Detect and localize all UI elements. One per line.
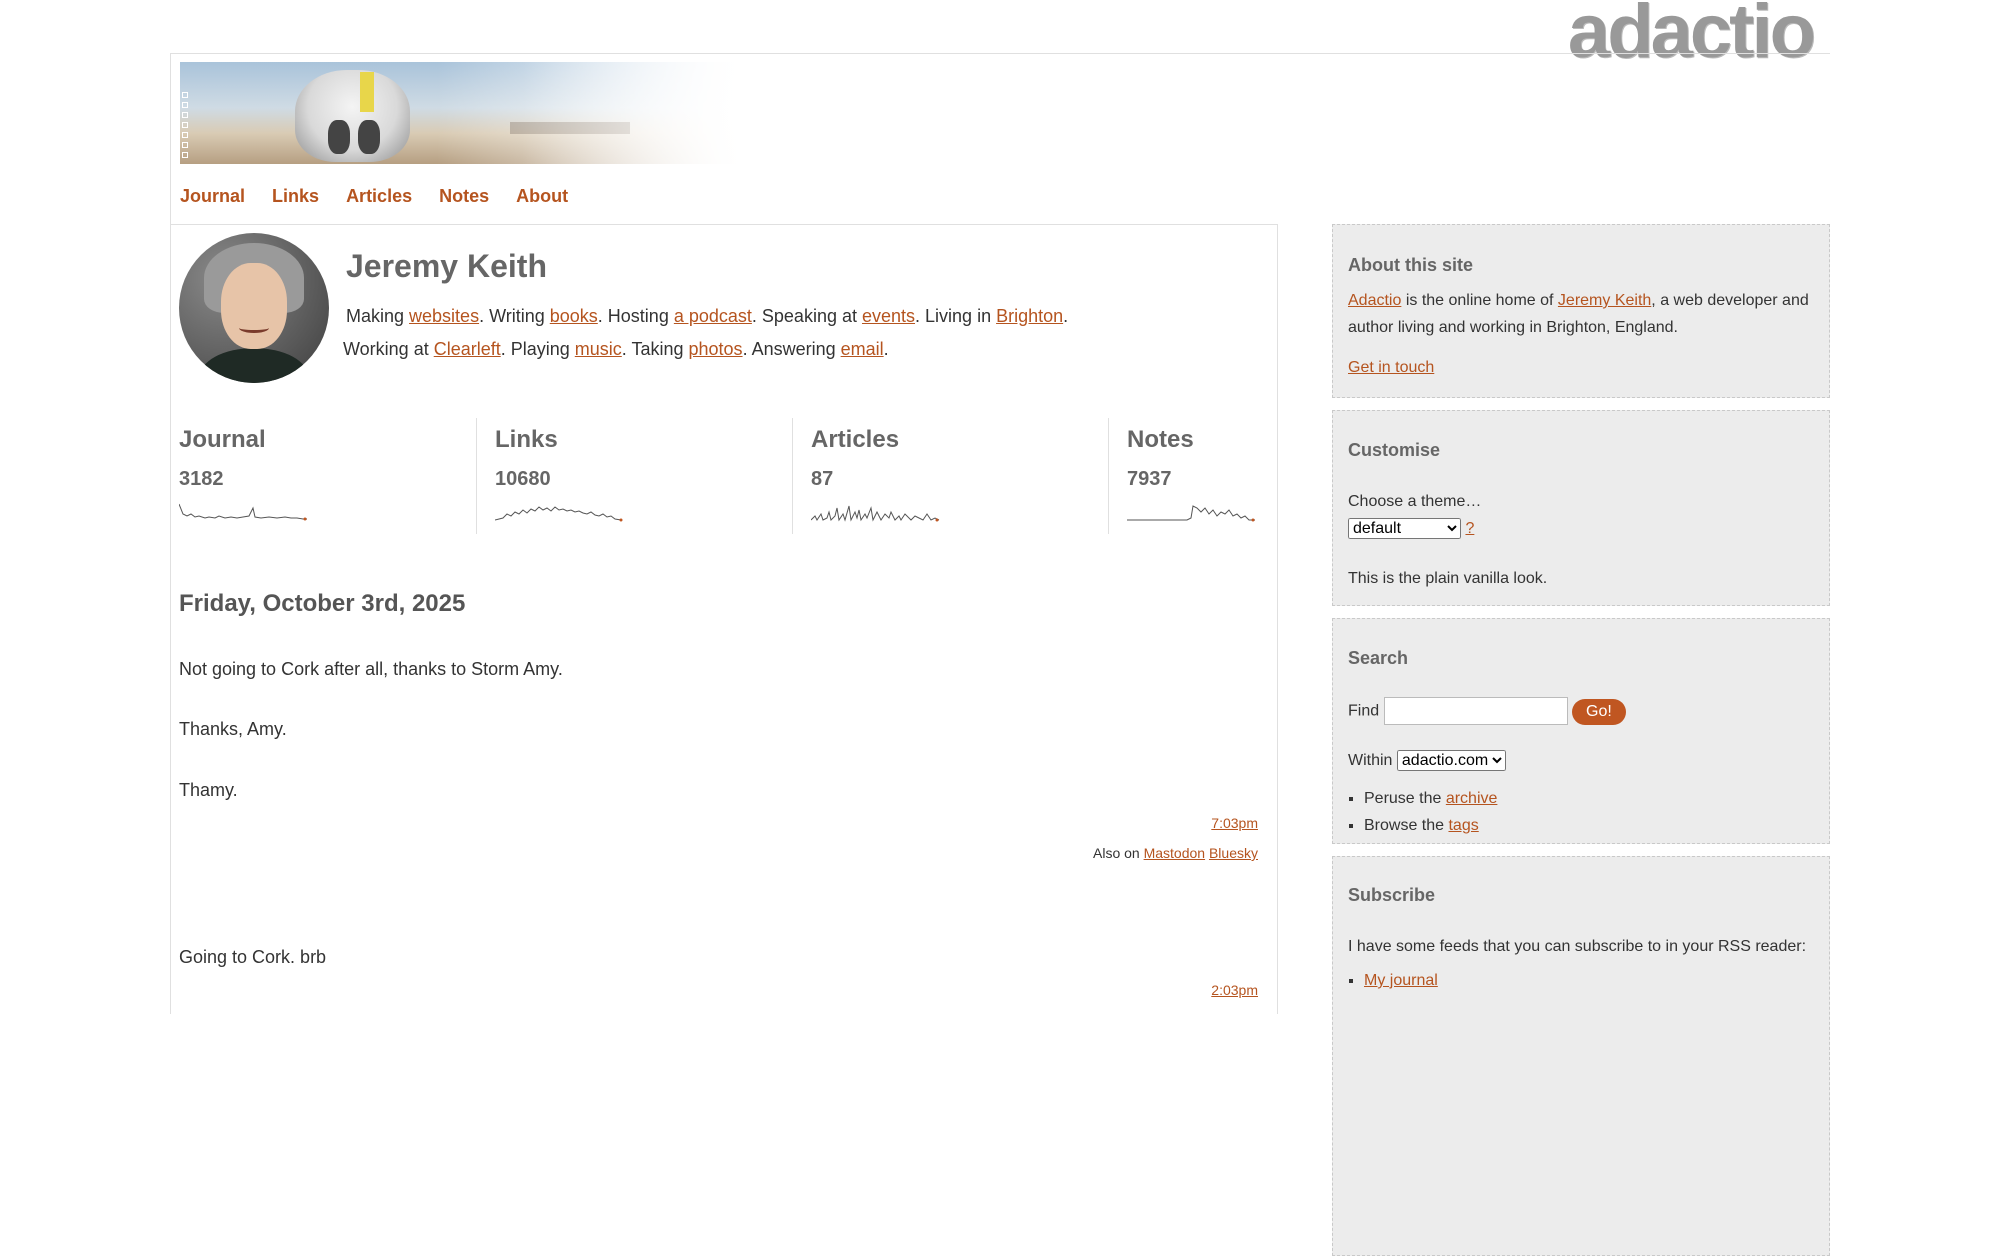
nav-journal[interactable]: Journal xyxy=(180,186,245,206)
notes-sparkline xyxy=(1127,505,1255,522)
about-title: About this site xyxy=(1348,255,1473,275)
about-box: About this site Adactio is the online ho… xyxy=(1332,224,1830,398)
search-title: Search xyxy=(1348,648,1409,668)
link-email[interactable]: email xyxy=(841,339,884,359)
note-text: Not going to Cork after all, thanks to S… xyxy=(179,659,563,679)
note-meta: 7:03pm xyxy=(1211,815,1258,831)
feed-links: My journal xyxy=(1348,967,1438,994)
note-permalink[interactable]: 2:03pm xyxy=(1211,982,1258,998)
nav-articles[interactable]: Articles xyxy=(346,186,412,206)
note-text: Thanks, Amy. xyxy=(179,719,287,739)
link-photos[interactable]: photos xyxy=(689,339,743,359)
link-events[interactable]: events xyxy=(862,306,915,326)
stat-count: 3182 xyxy=(179,468,224,490)
note-permalink[interactable]: 7:03pm xyxy=(1211,815,1258,831)
link-websites[interactable]: websites xyxy=(409,306,479,326)
nav-links[interactable]: Links xyxy=(272,186,319,206)
journal-feed-link[interactable]: My journal xyxy=(1364,972,1438,989)
search-box: Search Find Go! Within adactio.com Perus… xyxy=(1332,618,1830,844)
site-logo[interactable]: adactio xyxy=(1568,0,1816,75)
avatar xyxy=(179,233,329,383)
contact-link-wrap: Get in touch xyxy=(1348,354,1434,381)
feed-date-heading: Friday, October 3rd, 2025 xyxy=(179,590,466,617)
syndication-links: Also on Mastodon Bluesky xyxy=(1093,845,1258,861)
jeremy-keith-link[interactable]: Jeremy Keith xyxy=(1558,292,1651,309)
customise-box: Customise Choose a theme… default ? This… xyxy=(1332,410,1830,606)
theme-select[interactable]: default xyxy=(1348,518,1461,539)
list-item: Peruse the archive xyxy=(1364,785,1497,812)
about-text: Adactio is the online home of Jeremy Kei… xyxy=(1348,292,1809,336)
search-scope-select[interactable]: adactio.com xyxy=(1396,750,1506,771)
subscribe-title: Subscribe xyxy=(1348,885,1436,905)
links-sparkline xyxy=(495,506,623,522)
note-text: Going to Cork. brb xyxy=(179,947,327,967)
main-nav: Journal Links Articles Notes About xyxy=(180,186,590,207)
list-item: My journal xyxy=(1364,967,1438,994)
stat-label: Articles xyxy=(811,426,900,453)
nav-about[interactable]: About xyxy=(516,186,568,206)
link-clearleft[interactable]: Clearleft xyxy=(434,339,501,359)
archive-links: Peruse the archive Browse the tags xyxy=(1348,785,1497,839)
stat-label: Links xyxy=(495,426,558,453)
search-input[interactable] xyxy=(1383,697,1568,725)
theme-label: Choose a theme… xyxy=(1348,493,1482,510)
stat-count: 87 xyxy=(811,468,834,490)
link-books[interactable]: books xyxy=(550,306,598,326)
archive-link[interactable]: archive xyxy=(1446,790,1498,807)
within-row: Within adactio.com xyxy=(1348,747,1506,774)
header-divider xyxy=(170,53,1830,54)
stat-links[interactable]: Links 10680 xyxy=(476,418,623,534)
link-brighton[interactable]: Brighton xyxy=(996,306,1063,326)
profile-name: Jeremy Keith xyxy=(346,248,547,284)
note-text: Thamy. xyxy=(179,780,238,800)
link-music[interactable]: music xyxy=(575,339,622,359)
bluesky-link[interactable]: Bluesky xyxy=(1209,845,1258,861)
profile-intro: Making websites. Writing books. Hosting … xyxy=(343,306,1069,359)
header-banner-image xyxy=(180,62,750,164)
header-frame xyxy=(170,53,171,228)
theme-description: This is the plain vanilla look. xyxy=(1348,570,1548,587)
customise-title: Customise xyxy=(1348,440,1441,460)
link-podcast[interactable]: a podcast xyxy=(674,306,752,326)
stat-count: 7937 xyxy=(1127,468,1172,490)
adactio-link[interactable]: Adactio xyxy=(1348,292,1401,309)
tags-link[interactable]: tags xyxy=(1448,817,1478,834)
journal-sparkline xyxy=(179,503,307,521)
stat-label: Notes xyxy=(1127,426,1194,453)
stat-notes[interactable]: Notes 7937 xyxy=(1108,418,1255,534)
get-in-touch-link[interactable]: Get in touch xyxy=(1348,359,1434,376)
search-go-button[interactable]: Go! xyxy=(1572,698,1626,725)
nav-notes[interactable]: Notes xyxy=(439,186,489,206)
list-item: Browse the tags xyxy=(1364,812,1497,839)
subscribe-text: I have some feeds that you can subscribe… xyxy=(1348,938,1807,955)
note-meta: 2:03pm xyxy=(1211,982,1258,998)
stats-section: Journal 3182 Links 10680 Articles 87 Not… xyxy=(179,418,1259,534)
stat-label: Journal xyxy=(179,426,266,453)
stat-articles[interactable]: Articles 87 xyxy=(792,418,940,534)
theme-help-link[interactable]: ? xyxy=(1465,520,1474,537)
theme-control: default ? xyxy=(1348,515,1474,542)
articles-sparkline xyxy=(811,505,940,522)
mastodon-link[interactable]: Mastodon xyxy=(1144,845,1205,861)
stat-count: 10680 xyxy=(495,468,551,490)
find-row: Find Go! xyxy=(1348,697,1626,725)
subscribe-box: Subscribe I have some feeds that you can… xyxy=(1332,856,1830,1256)
